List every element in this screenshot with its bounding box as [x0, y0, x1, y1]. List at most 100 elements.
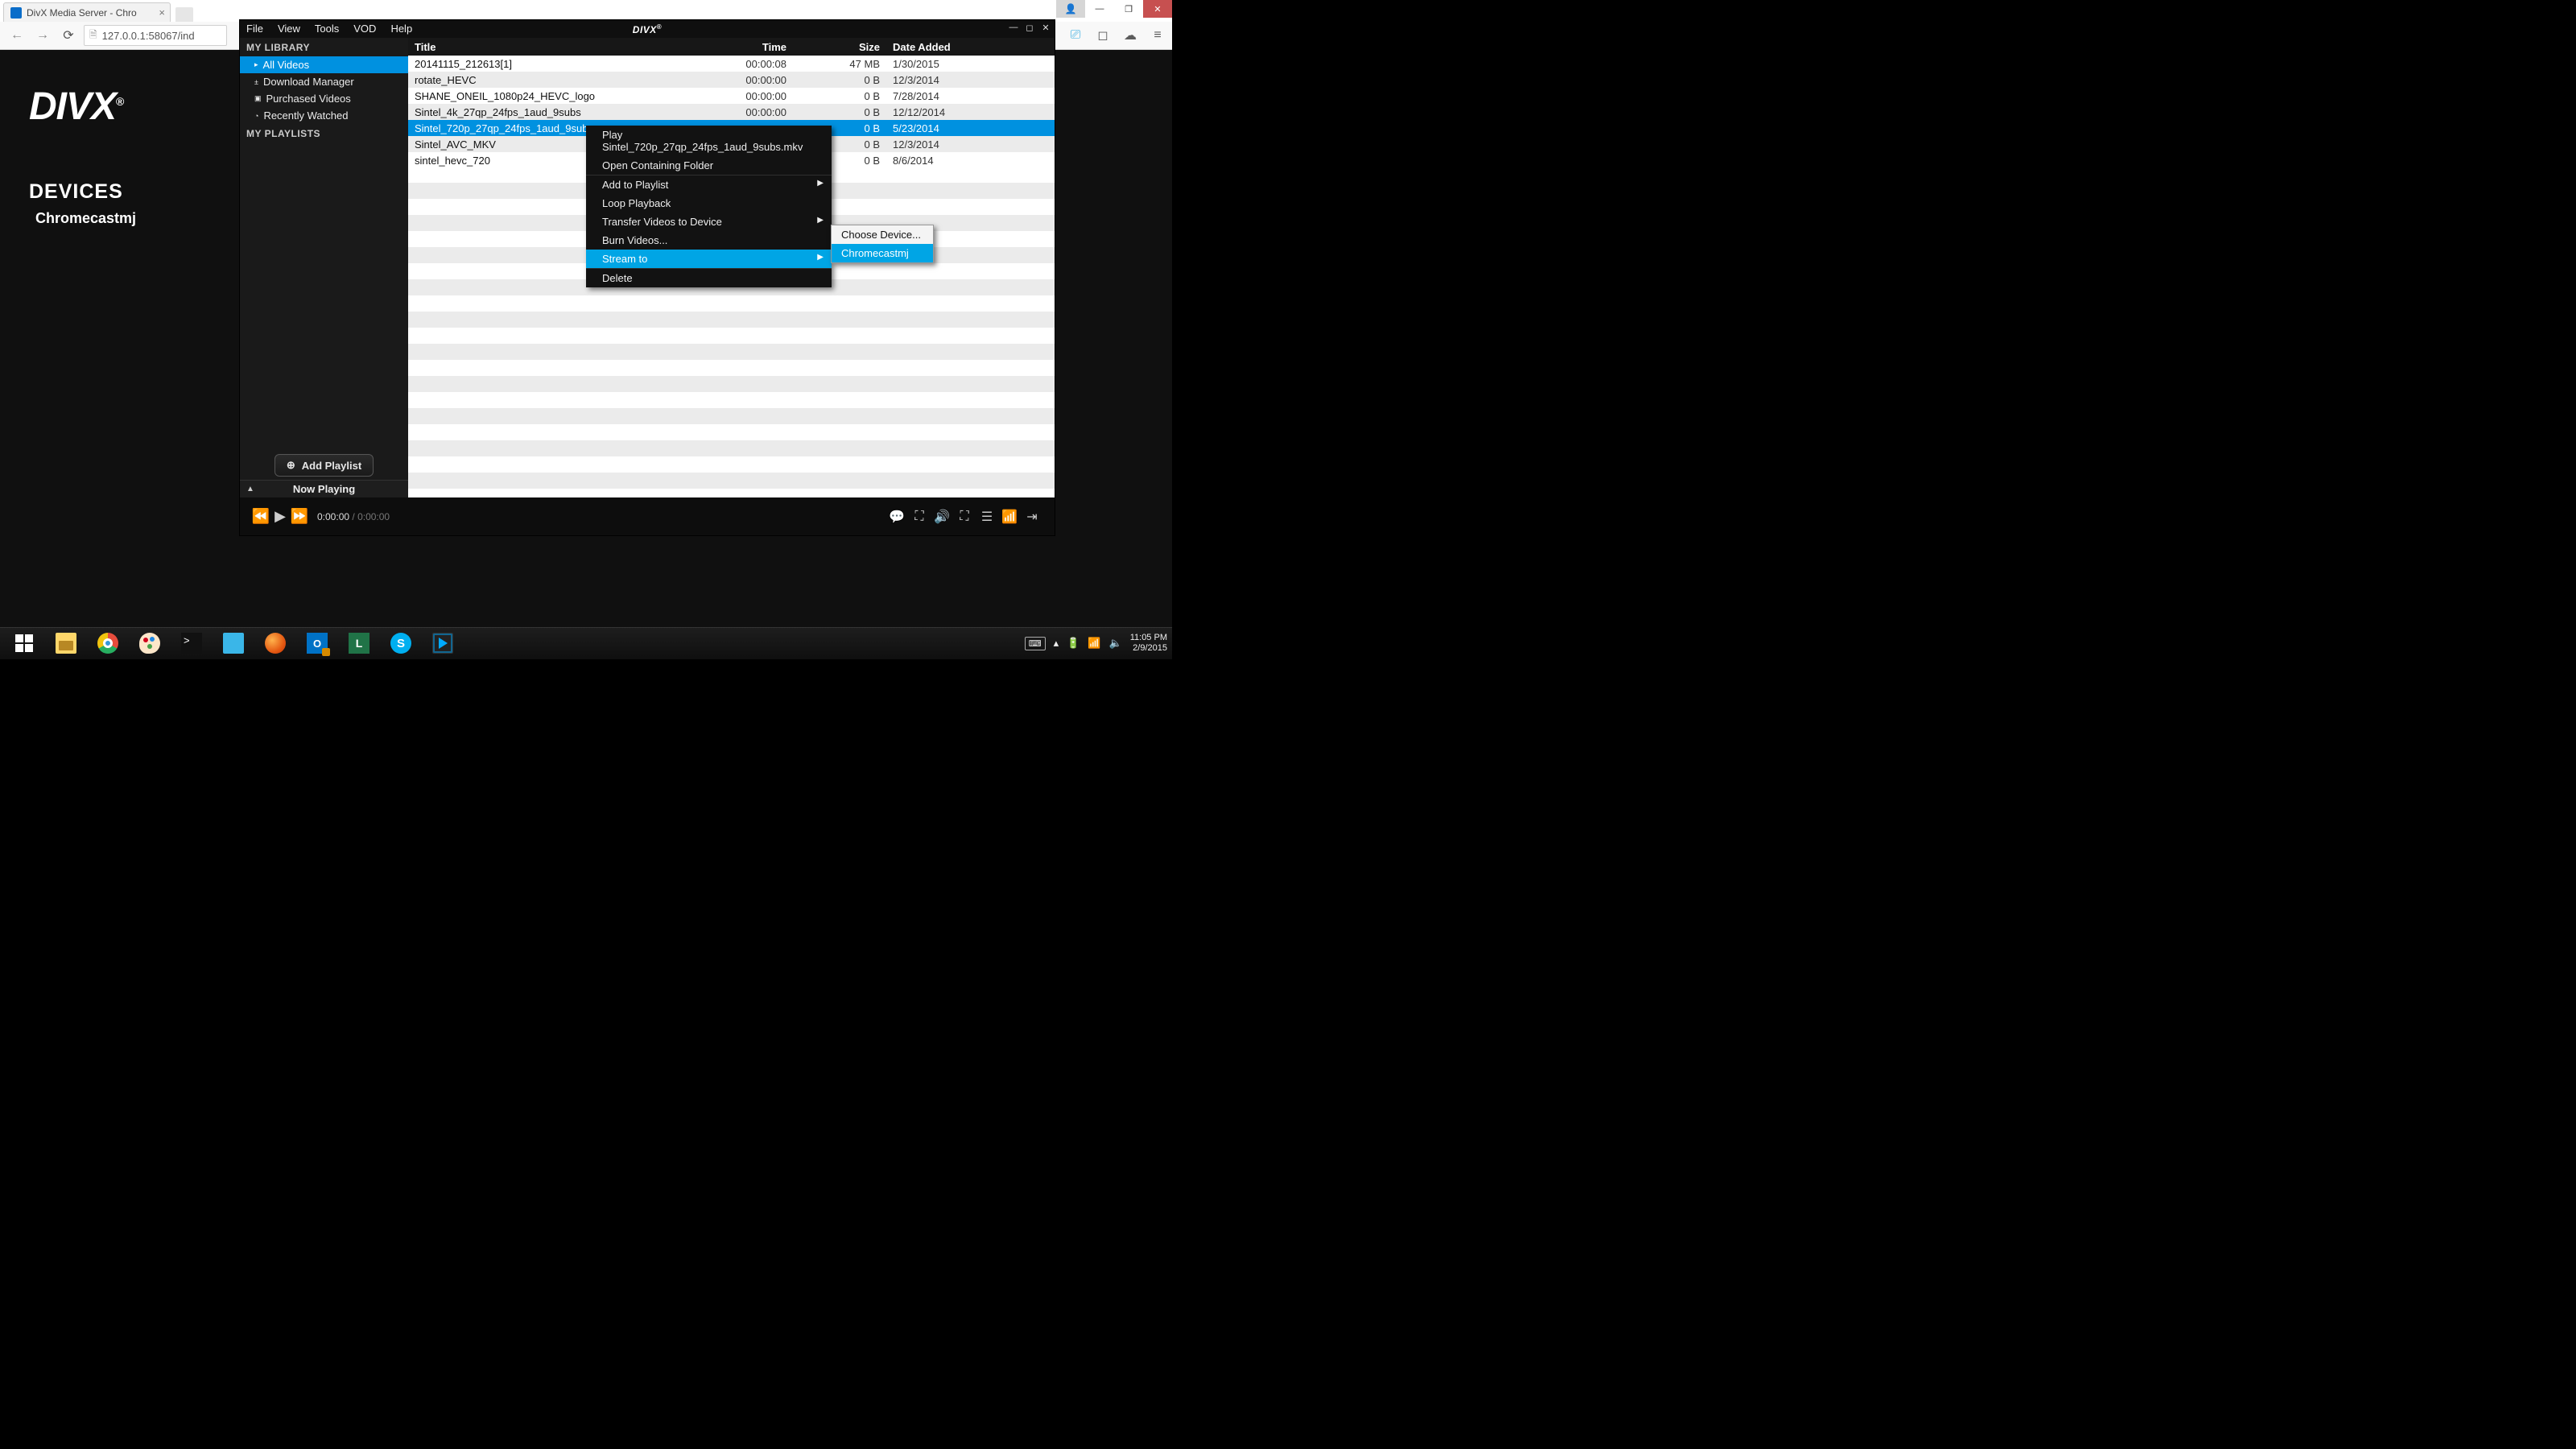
column-date[interactable]: Date Added: [886, 41, 973, 53]
sidebar-all-videos[interactable]: ▸All Videos: [240, 56, 408, 73]
context-menu-item[interactable]: Add to Playlist▶: [586, 175, 832, 194]
taskbar: O L S ⌨ ▴ 🔋 📶 🔈 11:05 PM 2/9/2015: [0, 627, 1172, 659]
submenu-item[interactable]: Choose Device...: [832, 225, 933, 244]
tab-close-icon[interactable]: ×: [159, 6, 165, 19]
tray-network-icon[interactable]: 📶: [1088, 637, 1100, 650]
sidebar-download-manager[interactable]: ±Download Manager: [240, 73, 408, 90]
cell-title: SHANE_ONEIL_1080p24_HEVC_logo: [408, 90, 687, 102]
device-entry[interactable]: Chromecastmj: [35, 210, 136, 227]
new-tab-button[interactable]: [175, 7, 193, 22]
taskbar-firefox[interactable]: [254, 629, 296, 658]
tray-clock[interactable]: 11:05 PM 2/9/2015: [1130, 633, 1167, 653]
cast-out-icon[interactable]: ⇥: [1021, 509, 1043, 525]
sidebar-recently-watched[interactable]: ◔Recently Watched: [240, 107, 408, 124]
cell-time: 00:00:08: [687, 58, 793, 70]
volume-icon[interactable]: 🔊: [931, 509, 953, 525]
cell-size: 0 B: [793, 74, 886, 86]
cell-title: Sintel_4k_27qp_24fps_1aud_9subs: [408, 106, 687, 118]
context-menu-item[interactable]: Play Sintel_720p_27qp_24fps_1aud_9subs.m…: [586, 126, 832, 156]
taskbar-lync[interactable]: L: [338, 629, 380, 658]
table-row[interactable]: rotate_HEVC00:00:000 B12/3/2014: [408, 72, 1055, 88]
browser-reload-button[interactable]: ⟳: [58, 25, 79, 46]
chrome-user-icon[interactable]: 👤: [1056, 0, 1085, 18]
window-maximize-button[interactable]: ❐: [1114, 0, 1143, 18]
divx-close-button[interactable]: ✕: [1040, 23, 1051, 33]
cell-title: rotate_HEVC: [408, 74, 687, 86]
player-controls: ⏪ ▶ ⏩ 0:00:00 / 0:00:00 💬 ⛶ 🔊 ⛶ ☰ 📶 ⇥: [240, 497, 1055, 535]
purchased-icon: ▣: [254, 94, 262, 103]
taskbar-store[interactable]: [213, 629, 254, 658]
taskbar-skype[interactable]: S: [380, 629, 422, 658]
cast-icon[interactable]: ⎚: [1066, 26, 1085, 45]
window-minimize-button[interactable]: —: [1085, 0, 1114, 18]
cell-date: 12/3/2014: [886, 138, 973, 151]
context-menu-item[interactable]: Delete: [586, 269, 832, 287]
cell-size: 0 B: [793, 90, 886, 102]
expand-up-icon[interactable]: ▲: [246, 485, 254, 493]
context-menu-item[interactable]: Transfer Videos to Device▶: [586, 213, 832, 231]
subtitle-icon[interactable]: 💬: [886, 509, 908, 525]
fullscreen-icon[interactable]: ⛶: [953, 510, 976, 524]
tray-battery-icon[interactable]: 🔋: [1067, 637, 1080, 650]
sidebar-my-library-header: MY LIBRARY: [240, 38, 408, 56]
menu-file[interactable]: File: [245, 22, 265, 35]
submenu-arrow-icon: ▶: [817, 253, 824, 262]
table-row[interactable]: SHANE_ONEIL_1080p24_HEVC_logo00:00:000 B…: [408, 88, 1055, 104]
browser-back-button[interactable]: ←: [6, 25, 27, 46]
taskbar-paint[interactable]: [129, 629, 171, 658]
column-title[interactable]: Title: [408, 41, 687, 53]
extension-cloud-icon[interactable]: ☁: [1121, 26, 1140, 45]
page-logo: DIVX®: [29, 85, 123, 129]
chrome-menu-icon[interactable]: ≡: [1148, 26, 1167, 45]
context-menu-item[interactable]: Burn Videos...: [586, 231, 832, 250]
tray-keyboard-icon[interactable]: ⌨: [1025, 637, 1046, 650]
browser-tab[interactable]: DivX Media Server - Chro ×: [3, 2, 171, 22]
cell-time: 00:00:00: [687, 90, 793, 102]
play-button[interactable]: ▶: [270, 508, 290, 525]
context-menu-item[interactable]: Open Containing Folder: [586, 156, 832, 175]
taskbar-chrome[interactable]: [87, 629, 129, 658]
devices-heading: DEVICES: [29, 180, 123, 204]
stream-to-submenu: Choose Device...Chromecastmj: [831, 225, 934, 263]
sidebar-purchased-videos[interactable]: ▣Purchased Videos: [240, 90, 408, 107]
cell-size: 0 B: [793, 106, 886, 118]
cell-date: 5/23/2014: [886, 122, 973, 134]
context-menu: Play Sintel_720p_27qp_24fps_1aud_9subs.m…: [586, 126, 832, 287]
menu-vod[interactable]: VOD: [352, 22, 378, 35]
table-row[interactable]: Sintel_4k_27qp_24fps_1aud_9subs00:00:000…: [408, 104, 1055, 120]
taskbar-cmd[interactable]: [171, 629, 213, 658]
aspect-icon[interactable]: ⛶: [908, 510, 931, 524]
fast-forward-button[interactable]: ⏩: [290, 508, 309, 525]
browser-url: 127.0.0.1:58067/ind: [102, 30, 195, 42]
column-size[interactable]: Size: [793, 41, 886, 53]
context-menu-item[interactable]: Stream to▶: [586, 250, 832, 269]
cell-date: 7/28/2014: [886, 90, 973, 102]
tray-overflow-icon[interactable]: ▴: [1054, 637, 1059, 650]
extension-square-icon[interactable]: ◻: [1093, 26, 1113, 45]
divx-maximize-button[interactable]: ◻: [1024, 23, 1035, 33]
taskbar-media-player[interactable]: [422, 629, 464, 658]
table-row[interactable]: 20141115_212613[1]00:00:0847 MB1/30/2015: [408, 56, 1055, 72]
add-playlist-button[interactable]: ⊕Add Playlist: [275, 454, 374, 477]
browser-address-bar[interactable]: 🗎 127.0.0.1:58067/ind: [84, 25, 227, 46]
taskbar-outlook[interactable]: O: [296, 629, 338, 658]
tab-favicon-icon: [10, 7, 22, 19]
stream-icon[interactable]: 📶: [998, 509, 1021, 525]
cell-title: 20141115_212613[1]: [408, 58, 687, 70]
now-playing-bar[interactable]: ▲Now Playing: [240, 480, 408, 497]
divx-minimize-button[interactable]: —: [1008, 23, 1019, 33]
column-time[interactable]: Time: [687, 41, 793, 53]
menu-view[interactable]: View: [276, 22, 302, 35]
tray-volume-icon[interactable]: 🔈: [1109, 637, 1122, 650]
window-close-button[interactable]: ✕: [1143, 0, 1172, 18]
taskbar-explorer[interactable]: [45, 629, 87, 658]
menu-tools[interactable]: Tools: [313, 22, 341, 35]
start-button[interactable]: [3, 629, 45, 658]
submenu-item[interactable]: Chromecastmj: [832, 244, 933, 262]
menu-help[interactable]: Help: [389, 22, 414, 35]
rewind-button[interactable]: ⏪: [251, 508, 270, 525]
browser-forward-button[interactable]: →: [32, 25, 53, 46]
context-menu-item[interactable]: Loop Playback: [586, 194, 832, 213]
cell-time: 00:00:00: [687, 106, 793, 118]
playlist-icon[interactable]: ☰: [976, 509, 998, 525]
